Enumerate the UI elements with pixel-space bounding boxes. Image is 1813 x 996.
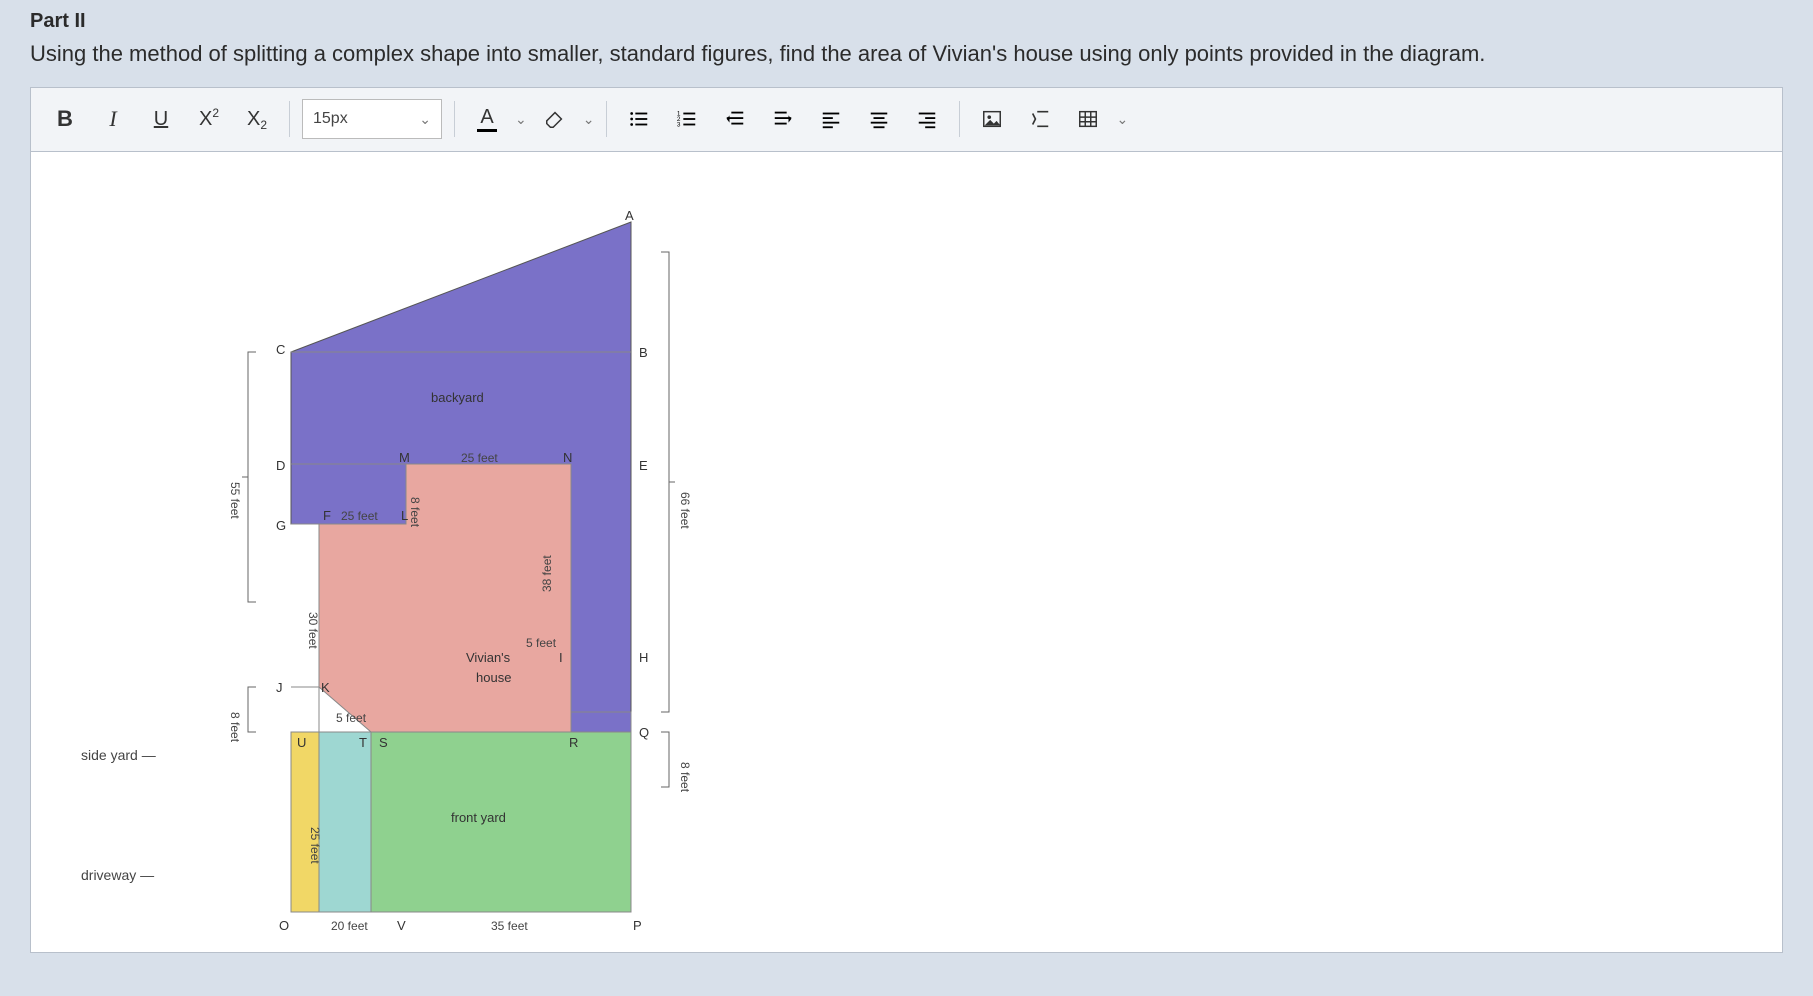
insert-image-button[interactable]: [972, 98, 1012, 140]
marker-icon: [544, 108, 566, 130]
separator: [606, 101, 607, 137]
house-diagram: backyard front yard Vivian's house A B C…: [201, 192, 841, 952]
region-backyard-strip: [571, 712, 631, 732]
highlight-color-button[interactable]: [535, 98, 575, 140]
region-sideyard: [319, 732, 371, 912]
label-house2: house: [476, 670, 511, 685]
separator: [959, 101, 960, 137]
label-driveway: driveway —: [81, 867, 154, 883]
svg-text:3: 3: [677, 122, 681, 129]
dim-25U: 25 feet: [308, 827, 322, 864]
dim-5tri: 5 feet: [336, 711, 367, 725]
pt-B: B: [639, 345, 648, 360]
pt-J: J: [276, 680, 283, 695]
align-right-button[interactable]: [907, 98, 947, 140]
insert-table-button[interactable]: [1068, 98, 1108, 140]
indent-button[interactable]: [763, 98, 803, 140]
part-label: Part II: [30, 10, 1783, 33]
pt-H: H: [639, 650, 648, 665]
question-text: Using the method of splitting a complex …: [30, 39, 1783, 69]
separator: [454, 101, 455, 137]
superscript-button[interactable]: X2: [189, 98, 229, 140]
label-house1: Vivian's: [466, 650, 511, 665]
dim-30: 30 feet: [306, 612, 320, 649]
align-left-button[interactable]: [811, 98, 851, 140]
subscript-button[interactable]: X2: [237, 98, 277, 140]
pt-E: E: [639, 458, 648, 473]
text-color-label: A: [480, 107, 493, 127]
chevron-down-icon: ⌄: [419, 111, 431, 128]
pt-G: G: [276, 518, 286, 533]
dim-8ML: 8 feet: [408, 497, 422, 528]
pt-K: K: [321, 680, 330, 695]
pt-Q: Q: [639, 725, 649, 740]
bullet-list-button[interactable]: [619, 98, 659, 140]
dim-38: 38 feet: [540, 554, 554, 591]
italic-button[interactable]: I: [93, 98, 133, 140]
font-size-value: 15px: [313, 110, 348, 128]
pt-C: C: [276, 342, 285, 357]
pt-I: I: [559, 650, 563, 665]
pt-R: R: [569, 735, 578, 750]
pt-F: F: [323, 508, 331, 523]
insert-equation-button[interactable]: [1020, 98, 1060, 140]
dim-55: 55 feet: [228, 482, 242, 519]
outdent-button[interactable]: [715, 98, 755, 140]
label-sideyard: side yard —: [81, 747, 156, 763]
align-center-button[interactable]: [859, 98, 899, 140]
region-driveway: [291, 732, 319, 912]
pt-D: D: [276, 458, 285, 473]
dim-25M: 25 feet: [461, 451, 498, 465]
editor-toolbar: B I U X2 X2 15px ⌄ A ⌄ ⌄ 123: [31, 88, 1782, 152]
dim-5feet: 5 feet: [526, 636, 557, 650]
pt-L: L: [401, 508, 408, 523]
dim-8R: 8 feet: [678, 762, 692, 793]
bold-button[interactable]: B: [45, 98, 85, 140]
dim-66: 66 feet: [678, 492, 692, 529]
dim-35: 35 feet: [491, 919, 528, 933]
dim-25F: 25 feet: [341, 509, 378, 523]
pt-V: V: [397, 918, 406, 933]
dim-8L: 8 feet: [228, 712, 242, 743]
label-frontyard: front yard: [451, 810, 506, 825]
chevron-down-icon[interactable]: ⌄: [583, 111, 595, 128]
label-backyard: backyard: [431, 390, 484, 405]
pt-T: T: [359, 735, 367, 750]
pt-A: A: [625, 208, 634, 223]
rich-text-editor: B I U X2 X2 15px ⌄ A ⌄ ⌄ 123: [30, 87, 1783, 953]
pt-M: M: [399, 450, 410, 465]
editor-canvas[interactable]: backyard front yard Vivian's house A B C…: [31, 152, 1782, 952]
text-color-button[interactable]: A: [467, 98, 507, 140]
chevron-down-icon[interactable]: ⌄: [1116, 111, 1128, 128]
pt-P: P: [633, 918, 642, 933]
font-size-select[interactable]: 15px ⌄: [302, 99, 442, 139]
chevron-down-icon[interactable]: ⌄: [515, 111, 527, 128]
pt-N: N: [563, 450, 572, 465]
underline-button[interactable]: U: [141, 98, 181, 140]
pt-O: O: [279, 918, 289, 933]
pt-U: U: [297, 735, 306, 750]
number-list-button[interactable]: 123: [667, 98, 707, 140]
dim-20: 20 feet: [331, 919, 368, 933]
pt-S: S: [379, 735, 388, 750]
separator: [289, 101, 290, 137]
